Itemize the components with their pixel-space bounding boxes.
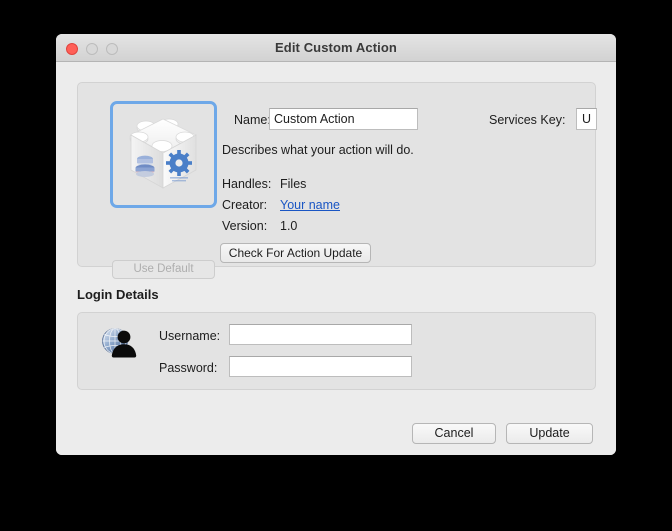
use-default-button[interactable]: Use Default bbox=[112, 260, 215, 279]
version-value: 1.0 bbox=[280, 219, 298, 233]
login-details-heading: Login Details bbox=[77, 287, 159, 302]
edit-custom-action-window: Edit Custom Action Use Default Name: Cus… bbox=[56, 34, 616, 455]
seal-glyph bbox=[135, 155, 155, 177]
name-input[interactable]: Custom Action bbox=[269, 108, 418, 130]
update-button[interactable]: Update bbox=[506, 423, 593, 444]
window-titlebar[interactable]: Edit Custom Action bbox=[56, 34, 616, 62]
version-label: Version: bbox=[222, 219, 268, 233]
custom-action-brick-icon bbox=[129, 118, 197, 189]
password-input[interactable] bbox=[229, 356, 412, 377]
action-description-text: Describes what your action will do. bbox=[222, 143, 414, 157]
cancel-button[interactable]: Cancel bbox=[412, 423, 496, 444]
action-details-panel: Use Default Name: Custom Action Services… bbox=[77, 82, 597, 279]
services-key-label: Services Key: bbox=[489, 113, 566, 127]
window-title: Edit Custom Action bbox=[275, 40, 397, 55]
services-key-input[interactable]: U bbox=[576, 108, 597, 130]
username-input[interactable] bbox=[229, 324, 412, 345]
creator-link[interactable]: Your name bbox=[280, 198, 340, 212]
check-for-action-update-button[interactable]: Check For Action Update bbox=[220, 243, 371, 263]
username-label: Username: bbox=[159, 329, 221, 343]
action-icon-well[interactable] bbox=[110, 101, 217, 208]
handles-label: Handles: bbox=[222, 177, 272, 191]
handles-value: Files bbox=[280, 177, 307, 191]
user-globe-icon bbox=[102, 328, 137, 358]
name-label: Name: bbox=[234, 113, 271, 127]
creator-label: Creator: bbox=[222, 198, 268, 212]
login-details-panel: Username: Password: bbox=[77, 312, 596, 390]
window-content: Use Default Name: Custom Action Services… bbox=[56, 62, 616, 455]
password-label: Password: bbox=[159, 361, 218, 375]
gear-glyph bbox=[166, 150, 192, 176]
